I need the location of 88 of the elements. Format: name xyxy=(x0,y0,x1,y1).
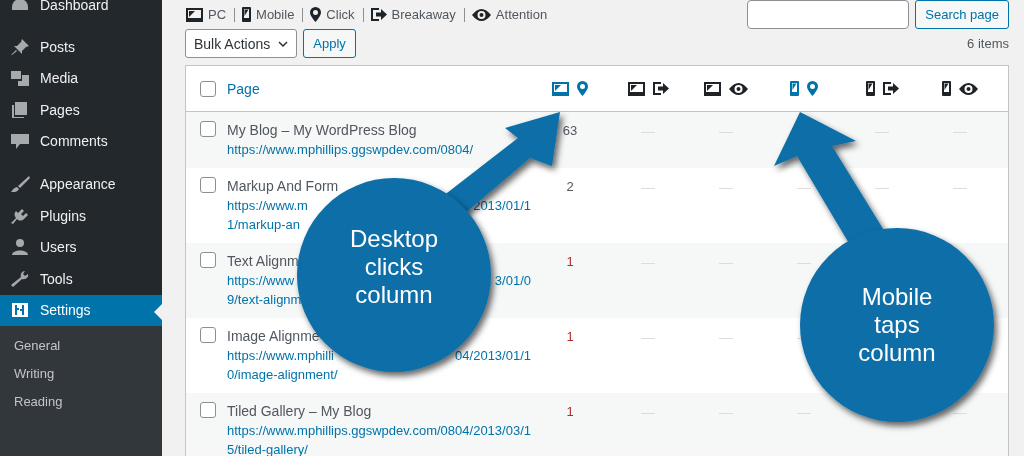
empty-dash xyxy=(719,338,733,339)
empty-dash xyxy=(953,188,967,189)
exit-arrow-icon xyxy=(882,82,899,95)
empty-dash xyxy=(641,188,655,189)
page-title: Markup And Form xyxy=(227,177,339,196)
map-pin-icon xyxy=(310,7,322,22)
menu-item[interactable]: Media xyxy=(0,62,162,95)
eye-icon xyxy=(959,82,978,95)
page-title: My Blog – My WordPress Blog xyxy=(227,121,417,140)
pin-icon xyxy=(10,37,30,56)
menu-item[interactable]: Dashboard xyxy=(0,0,162,12)
submenu-item[interactable]: General xyxy=(0,332,162,361)
menu-item[interactable]: Comments xyxy=(0,125,162,158)
submenu-item[interactable]: Reading xyxy=(0,388,162,417)
checkbox[interactable] xyxy=(199,252,216,268)
checkbox[interactable] xyxy=(199,121,216,137)
page-url[interactable]: https://www.mphilli xyxy=(227,346,334,365)
page-url[interactable]: 1/markup-an xyxy=(227,215,300,234)
page-url[interactable]: 04/2013/01/1 xyxy=(455,346,531,365)
eye-icon xyxy=(729,82,748,95)
map-pin-icon xyxy=(577,81,588,96)
page-url[interactable]: 0/image-alignment/ xyxy=(227,365,338,384)
empty-dash xyxy=(641,338,655,339)
page-url[interactable]: https://www.mphillips.ggswpdev.com/0804/ xyxy=(227,140,474,159)
monitor-icon xyxy=(552,81,569,96)
page-url[interactable]: https://www.m xyxy=(227,196,308,215)
legend-label: Mobile xyxy=(256,7,295,22)
legend-label: Click xyxy=(326,7,355,22)
click-count: 2 xyxy=(566,179,574,196)
checkbox[interactable] xyxy=(199,177,216,193)
page-url[interactable]: 3/01/0 xyxy=(494,271,531,290)
empty-dash xyxy=(875,188,889,189)
phone-icon xyxy=(242,7,252,22)
legend-label: Attention xyxy=(495,7,548,22)
map-pin-icon xyxy=(807,81,818,96)
page-url[interactable]: https://www.mphillips.ggswpdev.com/0804/2013/03/1 xyxy=(227,421,531,440)
empty-dash xyxy=(797,188,811,189)
monitor-icon xyxy=(627,81,645,96)
click-count: 1 xyxy=(566,404,574,421)
chevron-icon xyxy=(278,40,289,47)
pointer-triangle-icon xyxy=(154,303,162,320)
legend-label: PC xyxy=(208,7,227,22)
comment-icon xyxy=(10,132,30,151)
monitor-icon xyxy=(186,7,203,22)
user-icon xyxy=(10,238,30,257)
page-title: Text Alignm xyxy=(227,252,299,271)
page-url[interactable]: 9/text-alignm xyxy=(227,290,302,309)
search-button[interactable]: Search page xyxy=(915,0,1009,29)
page-url[interactable]: 2013/01/1 xyxy=(473,196,531,215)
menu-item[interactable]: Posts xyxy=(0,31,162,63)
eye-icon xyxy=(471,8,491,21)
click-count: 1 xyxy=(566,329,574,346)
pages-icon xyxy=(10,100,30,119)
menu-item[interactable]: Settings xyxy=(0,294,162,327)
menu-item[interactable]: Tools xyxy=(0,262,162,295)
page-url[interactable]: https://www xyxy=(227,271,295,290)
callout-label: Mobile taps column xyxy=(857,283,937,367)
brush-icon xyxy=(10,175,30,194)
checkbox[interactable] xyxy=(199,80,216,97)
page-column-heading[interactable]: Page xyxy=(227,80,260,97)
submenu-item[interactable]: Writing xyxy=(0,360,162,389)
media-icon xyxy=(10,69,30,88)
callout-label: Desktop clicks column xyxy=(348,225,439,309)
plug-icon xyxy=(10,206,30,225)
checkbox[interactable] xyxy=(199,327,216,343)
wrench-icon xyxy=(10,269,30,288)
search-field[interactable] xyxy=(747,0,910,29)
phone-icon xyxy=(865,81,875,96)
apply-button[interactable]: Apply xyxy=(303,29,356,58)
bulk-actions-dropdown[interactable]: Bulk Actions xyxy=(185,29,298,58)
empty-dash xyxy=(719,188,733,189)
page-url[interactable]: 5/tiled-gallery/ xyxy=(227,440,308,456)
page-title: Image Alignme xyxy=(227,327,320,346)
menu-item[interactable]: Users xyxy=(0,231,162,263)
exit-arrow-icon xyxy=(370,8,387,21)
click-count: 63 xyxy=(562,123,578,140)
phone-icon xyxy=(790,81,799,96)
menu-item[interactable]: Pages xyxy=(0,94,162,126)
exit-arrow-icon xyxy=(652,82,669,95)
item-count: 6 items xyxy=(967,36,1009,51)
menu-item[interactable]: Appearance xyxy=(0,168,162,200)
legend-label: Breakaway xyxy=(391,7,456,22)
phone-icon xyxy=(942,81,951,96)
page-title: Tiled Gallery – My Blog xyxy=(227,402,372,421)
monitor-icon xyxy=(704,81,721,96)
click-count: 1 xyxy=(566,254,574,271)
checkbox[interactable] xyxy=(199,402,216,418)
menu-item[interactable]: Plugins xyxy=(0,199,162,232)
